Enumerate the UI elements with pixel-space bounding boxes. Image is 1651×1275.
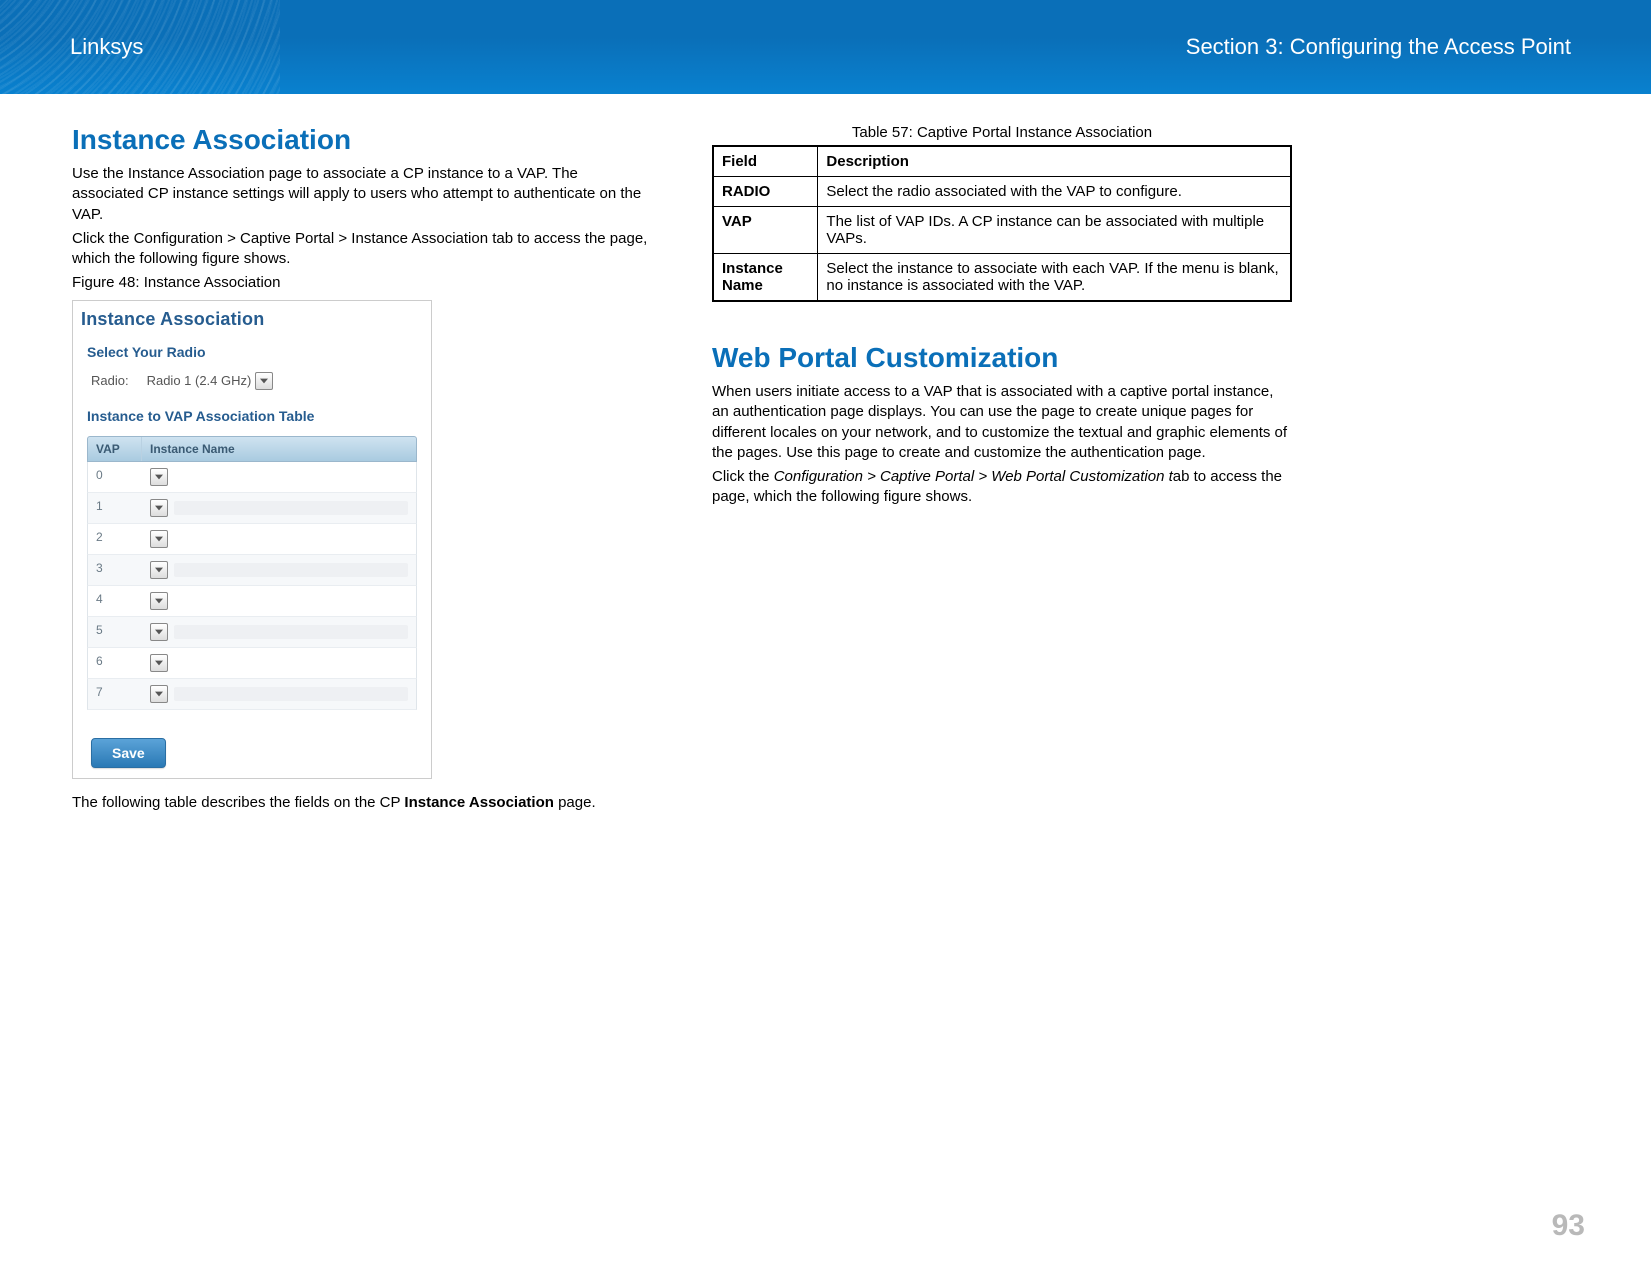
chevron-down-icon[interactable] (150, 499, 168, 517)
field-name: VAP (713, 207, 818, 254)
table-row: 6 (87, 648, 417, 679)
content-area: Instance Association Use the Instance As… (0, 94, 1651, 817)
figure-title: Instance Association (81, 309, 425, 330)
chevron-down-icon[interactable] (255, 372, 273, 390)
figure-instance-association: Instance Association Select Your Radio R… (72, 300, 432, 779)
instance-name-cell (142, 648, 416, 678)
chevron-down-icon[interactable] (150, 685, 168, 703)
chevron-down-icon[interactable] (150, 530, 168, 548)
vap-id: 5 (88, 617, 142, 647)
table-row: 2 (87, 524, 417, 555)
radio-label: Radio: (91, 373, 129, 388)
instance-name-cell (142, 524, 416, 554)
instance-name-select[interactable] (150, 561, 168, 579)
paragraph: When users initiate access to a VAP that… (712, 382, 1292, 463)
left-column: Instance Association Use the Instance As… (72, 124, 652, 817)
text: page. (554, 794, 596, 811)
field-description-table: Field Description RADIOSelect the radio … (712, 145, 1292, 302)
col-header-vap: VAP (88, 437, 142, 461)
instance-name-cell (142, 617, 416, 647)
table-row: 4 (87, 586, 417, 617)
chevron-down-icon[interactable] (150, 623, 168, 641)
figure-section-assoc-table: Instance to VAP Association Table (87, 408, 425, 424)
col-header-instance-name: Instance Name (142, 437, 416, 461)
field-description: Select the instance to associate with ea… (818, 254, 1291, 302)
heading-web-portal-customization: Web Portal Customization (712, 342, 1292, 374)
radio-select-value: Radio 1 (2.4 GHz) (147, 373, 252, 388)
chevron-down-icon[interactable] (150, 468, 168, 486)
table-row: 7 (87, 679, 417, 710)
heading-instance-association: Instance Association (72, 124, 652, 156)
instance-name-select[interactable] (150, 592, 168, 610)
brand-text: Linksys (70, 34, 143, 60)
instance-name-select[interactable] (150, 499, 168, 517)
figure-section-select-radio: Select Your Radio (87, 344, 425, 360)
table-row: 0 (87, 462, 417, 493)
instance-name-cell (142, 679, 416, 709)
table-row: 3 (87, 555, 417, 586)
instance-name-cell (142, 462, 416, 492)
vap-id: 1 (88, 493, 142, 523)
th-field: Field (713, 146, 818, 177)
instance-name-cell (142, 586, 416, 616)
field-name: Instance Name (713, 254, 818, 302)
vap-id: 2 (88, 524, 142, 554)
instance-name-select[interactable] (150, 685, 168, 703)
save-button[interactable]: Save (91, 738, 166, 768)
paragraph: The following table describes the fields… (72, 793, 652, 813)
vap-id: 7 (88, 679, 142, 709)
text-italic: Configuration > Captive Portal > Web Por… (774, 468, 1173, 485)
table-row: Instance NameSelect the instance to asso… (713, 254, 1291, 302)
th-description: Description (818, 146, 1291, 177)
table-row: RADIOSelect the radio associated with th… (713, 177, 1291, 207)
table-row: 5 (87, 617, 417, 648)
section-title: Section 3: Configuring the Access Point (1186, 34, 1571, 60)
vap-association-table: VAP Instance Name 01234567 (87, 436, 417, 710)
page-number: 93 (1552, 1209, 1585, 1243)
table-row: VAPThe list of VAP IDs. A CP instance ca… (713, 207, 1291, 254)
instance-name-cell (142, 493, 416, 523)
instance-name-cell (142, 555, 416, 585)
vap-id: 4 (88, 586, 142, 616)
chevron-down-icon[interactable] (150, 592, 168, 610)
field-description: Select the radio associated with the VAP… (818, 177, 1291, 207)
page-header: Linksys Section 3: Configuring the Acces… (0, 0, 1651, 94)
paragraph: Use the Instance Association page to ass… (72, 164, 652, 225)
figure-label: Figure 48: Instance Association (72, 273, 652, 293)
paragraph: Click the Configuration > Captive Portal… (712, 467, 1292, 508)
text: The following table describes the fields… (72, 794, 404, 811)
radio-select[interactable]: Radio 1 (2.4 GHz) (147, 372, 274, 390)
paragraph: Click the Configuration > Captive Portal… (72, 229, 652, 270)
instance-name-select[interactable] (150, 530, 168, 548)
text: Click the (712, 468, 774, 485)
right-column: Table 57: Captive Portal Instance Associ… (712, 124, 1292, 817)
table-caption: Table 57: Captive Portal Instance Associ… (712, 124, 1292, 141)
text-bold: Instance Association (404, 794, 554, 811)
vap-id: 6 (88, 648, 142, 678)
vap-id: 0 (88, 462, 142, 492)
instance-name-select[interactable] (150, 654, 168, 672)
instance-name-select[interactable] (150, 468, 168, 486)
chevron-down-icon[interactable] (150, 654, 168, 672)
chevron-down-icon[interactable] (150, 561, 168, 579)
field-description: The list of VAP IDs. A CP instance can b… (818, 207, 1291, 254)
table-row: 1 (87, 493, 417, 524)
field-name: RADIO (713, 177, 818, 207)
vap-id: 3 (88, 555, 142, 585)
instance-name-select[interactable] (150, 623, 168, 641)
